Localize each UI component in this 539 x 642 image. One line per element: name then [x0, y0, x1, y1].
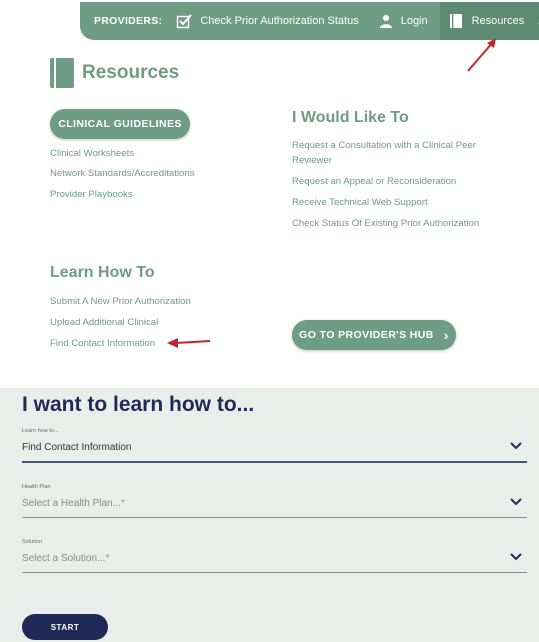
learn-how-form: I want to learn how to... Learn how to..… — [0, 388, 539, 642]
find-contact-info-link[interactable]: Find Contact Information — [50, 338, 155, 349]
learn-how-underline — [22, 461, 527, 463]
clinical-worksheets-link[interactable]: Clinical Worksheets — [50, 148, 134, 159]
provider-navbar: PROVIDERS: Check Prior Authorization Sta… — [80, 2, 539, 40]
chevron-down-icon[interactable] — [510, 496, 522, 510]
user-icon — [379, 14, 393, 28]
chevron-down-icon[interactable] — [510, 440, 522, 454]
request-consultation-link[interactable]: Request a Consultation with a Clinical P… — [292, 140, 476, 151]
health-plan-field-label: Health Plan — [22, 484, 51, 490]
red-arrow-annotation — [467, 38, 496, 72]
section-separator — [0, 372, 539, 388]
technical-support-link[interactable]: Receive Technical Web Support — [292, 197, 428, 208]
providers-label: PROVIDERS: — [94, 15, 163, 27]
check-status-link[interactable]: Check Status Of Existing Prior Authoriza… — [292, 218, 479, 229]
health-plan-select[interactable]: Select a Health Plan...* — [22, 498, 125, 509]
resources-heading: Resources — [50, 58, 179, 88]
start-button[interactable]: START — [22, 614, 108, 640]
providers-hub-button[interactable]: GO TO PROVIDER'S HUB › — [292, 320, 456, 350]
chevron-down-icon[interactable] — [510, 551, 522, 565]
form-title: I want to learn how to... — [22, 393, 255, 416]
learn-how-title: Learn How To — [50, 264, 155, 281]
would-like-title: I Would Like To — [292, 109, 409, 126]
clinical-guidelines-button[interactable]: CLINICAL GUIDELINES — [50, 109, 190, 139]
health-plan-underline — [22, 517, 527, 518]
request-consultation-link-cont[interactable]: Reviewer — [292, 155, 332, 166]
book-icon — [50, 58, 74, 88]
check-box-icon — [176, 13, 193, 29]
resources-menu-button[interactable]: Resources — [439, 2, 539, 40]
start-label: START — [50, 622, 80, 632]
solution-underline — [22, 572, 527, 573]
resources-panel: PROVIDERS: Check Prior Authorization Sta… — [0, 0, 539, 372]
clinical-guidelines-label: CLINICAL GUIDELINES — [58, 118, 182, 130]
resources-title: Resources — [82, 62, 180, 83]
learn-how-field-label: Learn how to... — [22, 428, 59, 434]
upload-clinical-link[interactable]: Upload Additional Clinical — [50, 317, 158, 328]
login-link[interactable]: Login — [401, 15, 428, 27]
submit-prior-auth-link[interactable]: Submit A New Prior Authorization — [50, 296, 191, 307]
resources-label: Resources — [471, 15, 525, 27]
check-prior-auth-link[interactable]: Check Prior Authorization Status — [200, 15, 358, 27]
learn-how-select[interactable]: Find Contact Information — [22, 442, 132, 453]
providers-hub-label: GO TO PROVIDER'S HUB — [299, 329, 434, 341]
solution-field-label: Solution — [22, 539, 42, 545]
network-standards-link[interactable]: Network Standards/Accreditations — [50, 168, 195, 179]
red-arrow-annotation — [167, 338, 211, 348]
provider-playbooks-link[interactable]: Provider Playbooks — [50, 189, 133, 200]
chevron-right-icon: › — [443, 327, 449, 343]
request-appeal-link[interactable]: Request an Appeal or Reconsideration — [292, 176, 456, 187]
book-icon — [449, 14, 462, 28]
solution-select[interactable]: Select a Solution...* — [22, 553, 109, 564]
